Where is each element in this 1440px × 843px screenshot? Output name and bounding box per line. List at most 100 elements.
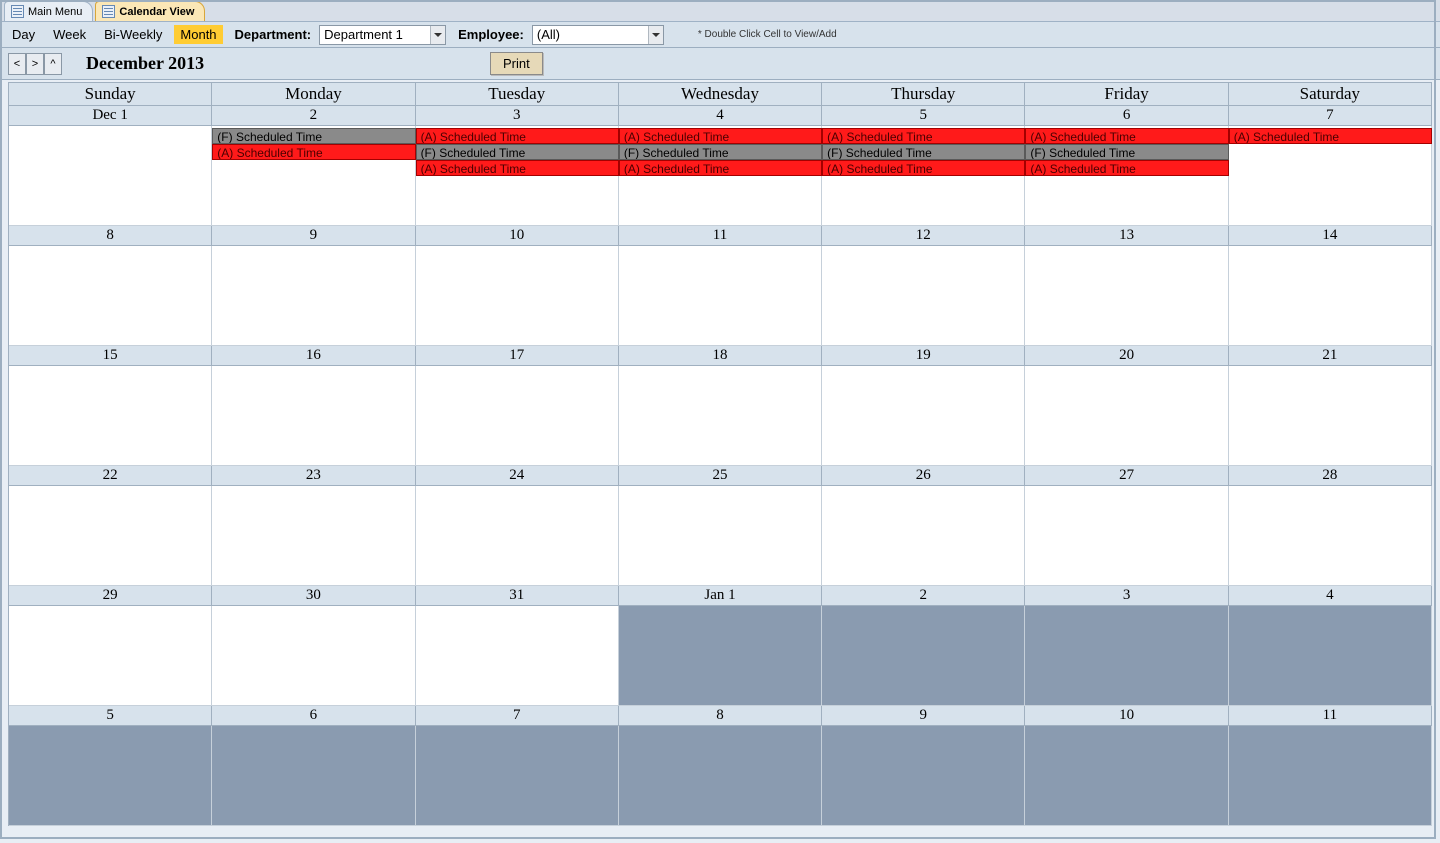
day-cell[interactable] [822,486,1025,586]
day-number[interactable]: 10 [416,226,619,246]
day-number[interactable]: 29 [9,586,212,606]
day-number[interactable]: 21 [1229,346,1432,366]
chevron-down-icon[interactable] [648,26,663,44]
day-number[interactable]: 5 [9,706,212,726]
day-cell[interactable] [416,366,619,466]
day-cell[interactable] [9,126,212,226]
day-number[interactable]: 23 [212,466,415,486]
day-number[interactable]: 15 [9,346,212,366]
day-number[interactable]: 24 [416,466,619,486]
calendar-event[interactable]: (A) Scheduled Time [416,128,619,144]
day-number[interactable]: 19 [822,346,1025,366]
day-cell[interactable] [1025,606,1228,706]
day-cell[interactable] [416,606,619,706]
department-combo[interactable] [319,25,446,45]
day-number[interactable]: 13 [1025,226,1228,246]
day-number[interactable]: 14 [1229,226,1432,246]
day-cell[interactable] [822,366,1025,466]
day-cell[interactable] [212,606,415,706]
day-cell[interactable] [212,486,415,586]
day-number[interactable]: 9 [822,706,1025,726]
day-cell[interactable] [9,366,212,466]
day-number[interactable]: 18 [619,346,822,366]
day-number[interactable]: 30 [212,586,415,606]
employee-input[interactable] [533,26,648,44]
tab-calendar-view[interactable]: Calendar View [95,1,205,21]
day-number[interactable]: 31 [416,586,619,606]
day-cell[interactable] [619,486,822,586]
day-number[interactable]: 11 [619,226,822,246]
day-number[interactable]: 27 [1025,466,1228,486]
day-cell[interactable] [619,366,822,466]
day-number[interactable]: 2 [822,586,1025,606]
day-number[interactable]: 8 [9,226,212,246]
nav-next[interactable]: > [26,53,44,75]
day-cell[interactable] [1025,246,1228,346]
view-biweekly[interactable]: Bi-Weekly [98,25,168,44]
nav-prev[interactable]: < [8,53,26,75]
day-number[interactable]: 9 [212,226,415,246]
calendar-event[interactable]: (A) Scheduled Time [822,160,1025,176]
day-number[interactable]: 10 [1025,706,1228,726]
day-cell[interactable] [1229,366,1432,466]
day-cell[interactable] [9,606,212,706]
day-cell[interactable] [1025,486,1228,586]
day-cell[interactable] [1229,246,1432,346]
print-button[interactable]: Print [490,52,543,75]
day-cell[interactable] [1229,486,1432,586]
department-input[interactable] [320,26,430,44]
day-cell[interactable] [619,726,822,826]
calendar-event[interactable]: (A) Scheduled Time [822,128,1025,144]
day-cell[interactable] [619,606,822,706]
calendar-event[interactable]: (A) Scheduled Time [1025,160,1228,176]
day-cell[interactable] [212,726,415,826]
day-number[interactable]: 4 [619,106,822,126]
view-week[interactable]: Week [47,25,92,44]
tab-main-menu[interactable]: Main Menu [4,1,93,21]
day-cell[interactable] [416,726,619,826]
day-number[interactable]: 7 [416,706,619,726]
calendar-event[interactable]: (A) Scheduled Time [1229,128,1432,144]
day-number[interactable]: 26 [822,466,1025,486]
day-number[interactable]: 17 [416,346,619,366]
day-number[interactable]: 8 [619,706,822,726]
day-cell[interactable] [822,606,1025,706]
calendar-event[interactable]: (A) Scheduled Time [619,160,822,176]
day-cell[interactable] [1025,366,1228,466]
calendar-event[interactable]: (F) Scheduled Time [822,144,1025,160]
day-cell[interactable] [212,366,415,466]
day-number[interactable]: 16 [212,346,415,366]
day-number[interactable]: 20 [1025,346,1228,366]
day-cell[interactable] [1025,726,1228,826]
day-number[interactable]: 6 [1025,106,1228,126]
day-cell[interactable] [619,246,822,346]
day-cell[interactable] [416,246,619,346]
calendar-event[interactable]: (F) Scheduled Time [1025,144,1228,160]
day-number[interactable]: 2 [212,106,415,126]
calendar-event[interactable]: (A) Scheduled Time [416,160,619,176]
day-cell[interactable] [9,726,212,826]
day-number[interactable]: 5 [822,106,1025,126]
calendar-event[interactable]: (A) Scheduled Time [619,128,822,144]
calendar-event[interactable]: (F) Scheduled Time [416,144,619,160]
calendar-event[interactable]: (A) Scheduled Time [212,144,415,160]
day-number[interactable]: 11 [1229,706,1432,726]
day-cell[interactable] [1229,726,1432,826]
nav-today[interactable]: ^ [44,53,62,75]
day-number[interactable]: 25 [619,466,822,486]
calendar-event[interactable]: (F) Scheduled Time [619,144,822,160]
day-number[interactable]: Dec 1 [9,106,212,126]
day-cell[interactable] [822,246,1025,346]
day-number[interactable]: 6 [212,706,415,726]
day-number[interactable]: Jan 1 [619,586,822,606]
day-number[interactable]: 7 [1229,106,1432,126]
calendar-event[interactable]: (A) Scheduled Time [1025,128,1228,144]
day-number[interactable]: 3 [1025,586,1228,606]
day-cell[interactable] [9,246,212,346]
calendar-event[interactable]: (F) Scheduled Time [212,128,415,144]
day-cell[interactable] [416,486,619,586]
day-number[interactable]: 12 [822,226,1025,246]
day-cell[interactable] [212,246,415,346]
day-cell[interactable] [822,726,1025,826]
day-number[interactable]: 28 [1229,466,1432,486]
